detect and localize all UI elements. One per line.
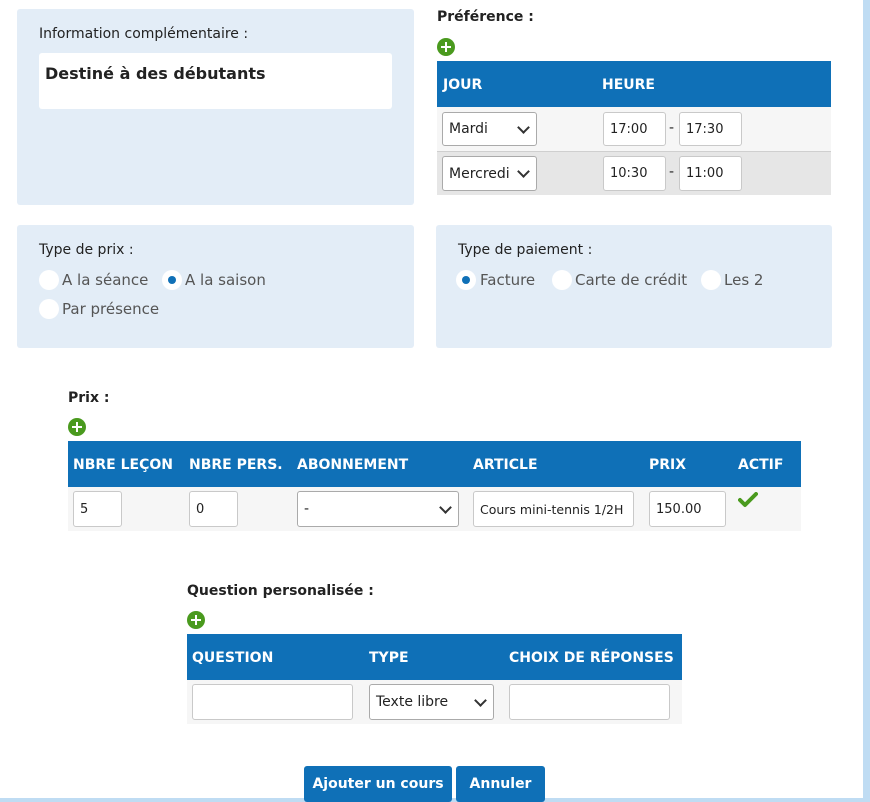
radio-label: A la séance xyxy=(62,271,149,289)
radio-par-presence[interactable] xyxy=(39,299,59,319)
col-actif: ACTIF xyxy=(738,457,784,473)
subscription-select[interactable]: - xyxy=(297,491,459,527)
radio-label: A la saison xyxy=(185,271,266,289)
radio-label: Les 2 xyxy=(724,271,764,289)
article-input[interactable]: Cours mini-tennis 1/2H xyxy=(473,491,634,527)
col-choix: CHOIX DE RÉPONSES xyxy=(509,650,674,666)
add-question-icon[interactable] xyxy=(187,611,205,629)
radio-a-la-saison[interactable] xyxy=(162,270,182,290)
col-nbre-lecon: NBRE LEÇON xyxy=(73,457,173,473)
col-jour: JOUR xyxy=(443,77,483,93)
day-select[interactable]: Mardi xyxy=(442,112,537,146)
prix-row: 5 0 - Cours mini-tennis 1/2H 150.00 xyxy=(68,487,801,531)
preference-title: Préférence : xyxy=(437,9,534,25)
add-preference-icon[interactable] xyxy=(437,38,455,56)
radio-les-2[interactable] xyxy=(701,270,721,290)
price-input[interactable]: 150.00 xyxy=(649,491,726,527)
prix-title: Prix : xyxy=(68,390,110,406)
question-row: Texte libre xyxy=(187,680,682,724)
chevron-down-icon xyxy=(517,120,530,134)
col-type: TYPE xyxy=(369,650,409,666)
info-label: Information complémentaire : xyxy=(39,26,249,42)
chevron-down-icon xyxy=(439,500,452,514)
chevron-down-icon xyxy=(474,693,487,707)
prix-header: NBRE LEÇON NBRE PERS. ABONNEMENT ARTICLE… xyxy=(68,441,801,487)
preference-header: JOUR HEURE xyxy=(437,61,831,107)
end-time-input[interactable]: 11:00 xyxy=(679,156,742,191)
price-type-panel: Type de prix : A la séance A la saison P… xyxy=(17,225,414,348)
col-prix: PRIX xyxy=(649,457,687,473)
price-type-label: Type de prix : xyxy=(39,242,134,258)
col-abonnement: ABONNEMENT xyxy=(297,457,409,473)
payment-type-panel: Type de paiement : Facture Carte de créd… xyxy=(436,225,832,348)
question-type-select[interactable]: Texte libre xyxy=(369,684,494,720)
question-input[interactable] xyxy=(192,684,353,720)
add-course-button[interactable]: Ajouter un cours xyxy=(304,766,452,802)
lessons-input[interactable]: 5 xyxy=(73,491,122,527)
persons-input[interactable]: 0 xyxy=(189,491,238,527)
page: Information complémentaire : Destiné à d… xyxy=(0,0,863,802)
question-header: QUESTION TYPE CHOIX DE RÉPONSES xyxy=(187,634,682,680)
cancel-button[interactable]: Annuler xyxy=(456,766,545,802)
radio-a-la-seance[interactable] xyxy=(39,270,59,290)
info-textarea[interactable]: Destiné à des débutants xyxy=(39,53,392,109)
radio-label: Carte de crédit xyxy=(575,271,688,289)
time-separator: - xyxy=(669,120,675,136)
day-value: Mardi xyxy=(449,121,488,137)
question-type-value: Texte libre xyxy=(376,694,449,710)
info-panel: Information complémentaire : Destiné à d… xyxy=(17,9,414,205)
subscription-value: - xyxy=(304,501,310,517)
info-value: Destiné à des débutants xyxy=(45,64,266,83)
start-time-input[interactable]: 10:30 xyxy=(603,156,666,191)
time-separator: - xyxy=(669,164,675,180)
col-article: ARTICLE xyxy=(473,457,538,473)
col-question: QUESTION xyxy=(192,650,274,666)
radio-label: Par présence xyxy=(62,300,160,318)
chevron-down-icon xyxy=(517,165,530,178)
preference-row: Mercredi 10:30 - 11:00 xyxy=(437,151,831,195)
add-price-icon[interactable] xyxy=(68,418,86,436)
choices-input[interactable] xyxy=(509,684,670,720)
question-title: Question personalisée : xyxy=(187,583,374,599)
day-select[interactable]: Mercredi xyxy=(442,156,537,191)
start-time-input[interactable]: 17:00 xyxy=(603,112,666,146)
preference-row: Mardi 17:00 - 17:30 xyxy=(437,107,831,151)
day-value: Mercredi xyxy=(449,165,510,182)
radio-facture[interactable] xyxy=(456,270,476,290)
checkmark-icon[interactable] xyxy=(738,492,758,508)
col-nbre-pers: NBRE PERS. xyxy=(189,457,283,473)
radio-label: Facture xyxy=(480,271,536,289)
end-time-input[interactable]: 17:30 xyxy=(679,112,742,146)
payment-type-label: Type de paiement : xyxy=(458,242,593,258)
col-heure: HEURE xyxy=(602,77,655,93)
radio-carte-de-credit[interactable] xyxy=(552,270,572,290)
